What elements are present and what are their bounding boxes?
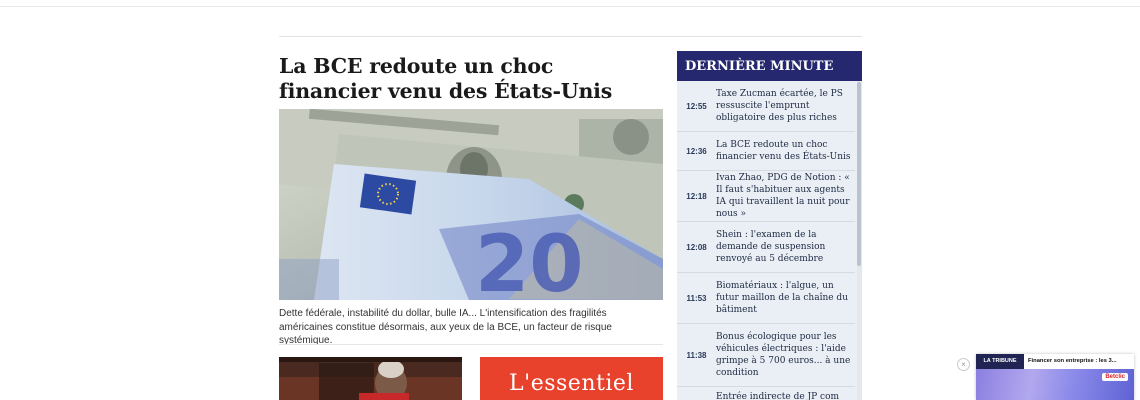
breaking-news-item[interactable]: 12:18 Ivan Zhao, PDG de Notion : « Il fa…: [677, 171, 855, 222]
breaking-news-item[interactable]: 11:53 Biomatériaux : l'algue, un futur m…: [677, 273, 855, 324]
breaking-news-time: 12:08: [686, 242, 707, 252]
breaking-news-title[interactable]: Entrée indirecte de JP com au...: [716, 387, 855, 400]
breaking-news-title[interactable]: Taxe Zucman écartée, le PS ressuscite l'…: [716, 84, 855, 128]
promo-close-button[interactable]: ×: [957, 358, 970, 371]
article-hero-image[interactable]: 20: [279, 109, 663, 300]
breaking-news-list[interactable]: 12:55 Taxe Zucman écartée, le PS ressusc…: [677, 81, 855, 400]
banknotes-illustration: 20: [279, 109, 663, 300]
breaking-news-item[interactable]: 12:08 Shein : l'examen de la demande de …: [677, 222, 855, 273]
breaking-news-header: DERNIÈRE MINUTE: [677, 51, 862, 81]
article-headline[interactable]: La BCE redoute un choc financier venu de…: [279, 54, 659, 104]
related-article-card-1[interactable]: [279, 357, 462, 400]
breaking-news-item[interactable]: 12:55 Taxe Zucman écartée, le PS ressusc…: [677, 81, 855, 132]
breaking-news-item[interactable]: 11:38 Bonus écologique pour les véhicule…: [677, 324, 855, 387]
parliament-photo: [279, 357, 462, 400]
essentiel-card-title: L'essentiel: [509, 371, 634, 396]
promo-text[interactable]: Financer son entreprise : les 3...: [1028, 354, 1134, 369]
breaking-news-item[interactable]: Entrée indirecte de JP com au...: [677, 387, 855, 400]
breaking-news-time: 12:55: [686, 101, 707, 111]
breaking-news-time: 12:18: [686, 191, 707, 201]
promo-image: Betclic: [976, 369, 1134, 400]
top-divider: [0, 6, 1140, 7]
breaking-news-title[interactable]: La BCE redoute un choc financier venu de…: [716, 135, 855, 167]
breaking-news-time: 11:53: [686, 293, 707, 303]
breaking-news-time: 12:36: [686, 146, 707, 156]
breaking-news-title[interactable]: Biomatériaux : l'algue, un futur maillon…: [716, 276, 855, 320]
corner-promo[interactable]: LA TRIBUNE Financer son entreprise : les…: [976, 354, 1134, 400]
breaking-news-panel: DERNIÈRE MINUTE 12:55 Taxe Zucman écarté…: [677, 51, 862, 400]
breaking-news-item[interactable]: 12:36 La BCE redoute un choc financier v…: [677, 132, 855, 171]
article-caption: Dette fédérale, instabilité du dollar, b…: [279, 308, 612, 346]
content-divider: [279, 36, 862, 37]
promo-brand: LA TRIBUNE: [976, 354, 1024, 369]
svg-text:20: 20: [475, 220, 584, 300]
breaking-news-title[interactable]: Shein : l'examen de la demande de suspen…: [716, 225, 855, 269]
breaking-news-scroll-thumb[interactable]: [857, 82, 861, 266]
section-divider: [279, 344, 663, 345]
breaking-news-time: 11:38: [686, 350, 707, 360]
related-article-card-2[interactable]: L'essentiel: [480, 357, 663, 400]
breaking-news-title[interactable]: Ivan Zhao, PDG de Notion : « Il faut s'h…: [716, 168, 855, 224]
breaking-news-title[interactable]: Bonus écologique pour les véhicules élec…: [716, 327, 855, 383]
promo-sponsor-logo: Betclic: [1102, 373, 1128, 381]
